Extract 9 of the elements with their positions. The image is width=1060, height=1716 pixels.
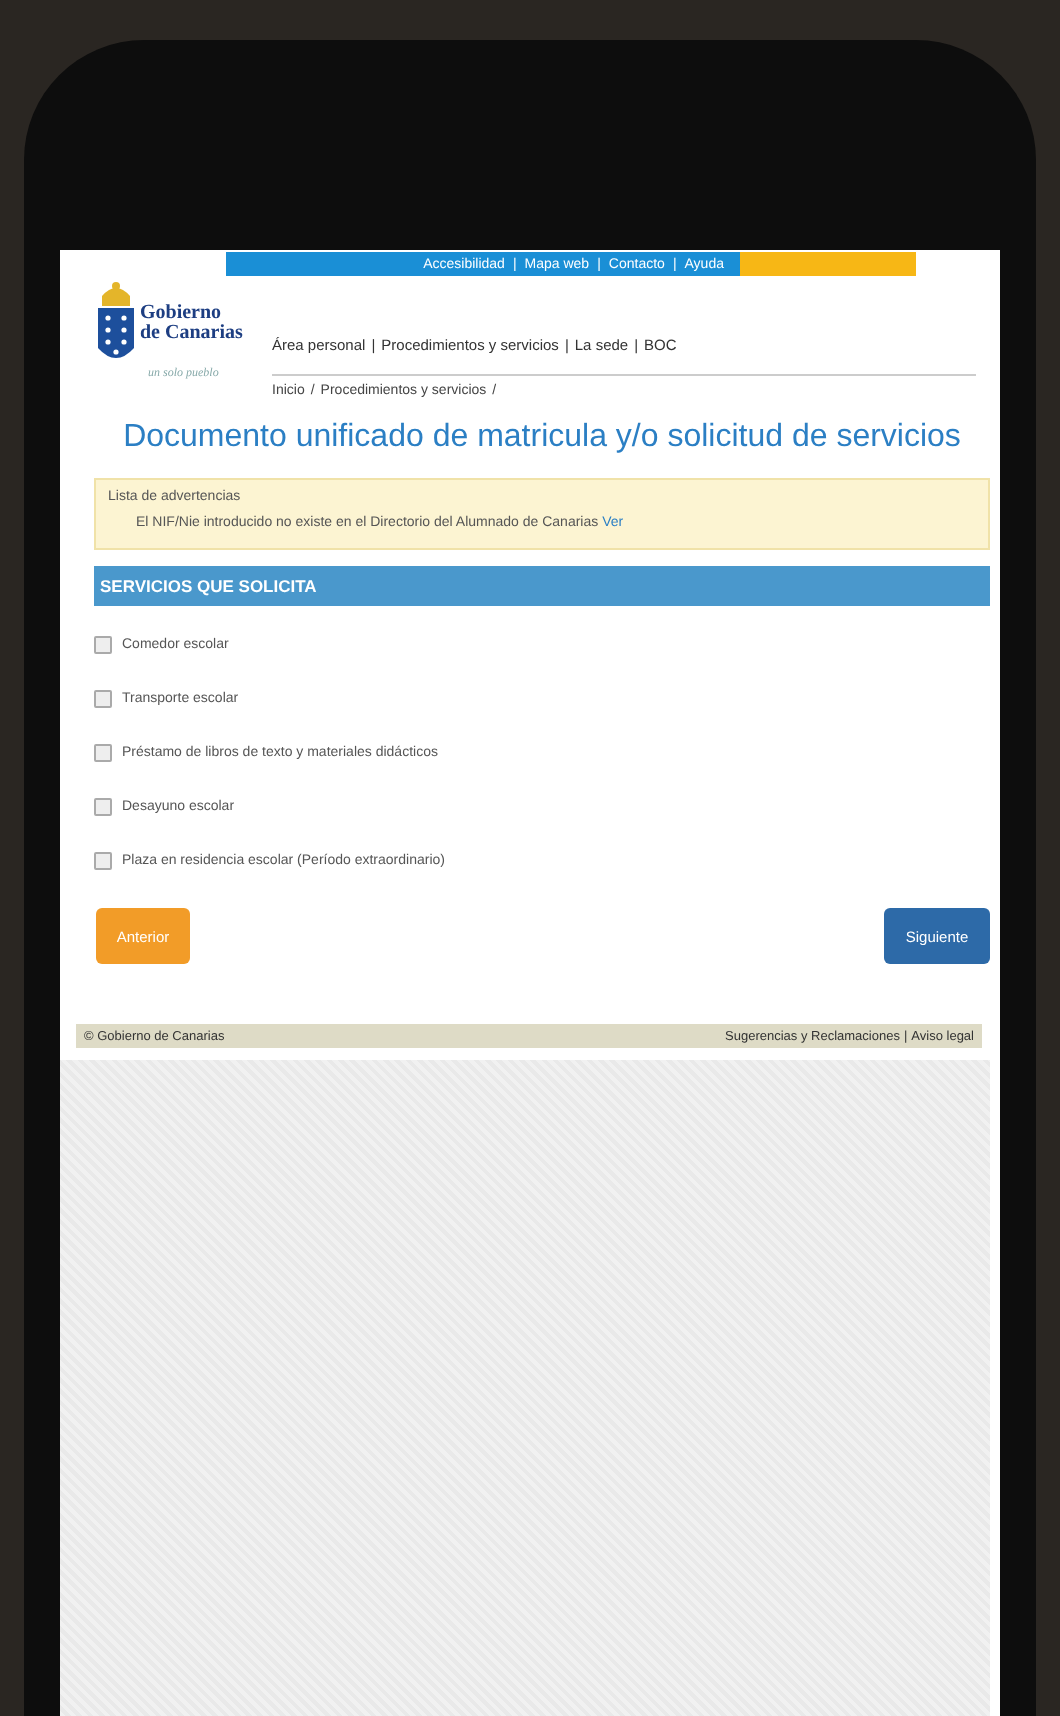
checkbox[interactable]	[94, 798, 112, 816]
checkbox[interactable]	[94, 636, 112, 654]
page-title: Documento unificado de matricula y/o solicitud de servicios	[121, 418, 963, 458]
section-header: SERVICIOS QUE SOLICITA	[94, 566, 990, 606]
checkbox[interactable]	[94, 744, 112, 762]
checkbox[interactable]	[94, 690, 112, 708]
brand-name: Gobierno	[140, 304, 224, 324]
brand-name: de Canarias	[140, 324, 243, 344]
checkbox[interactable]	[94, 852, 112, 870]
